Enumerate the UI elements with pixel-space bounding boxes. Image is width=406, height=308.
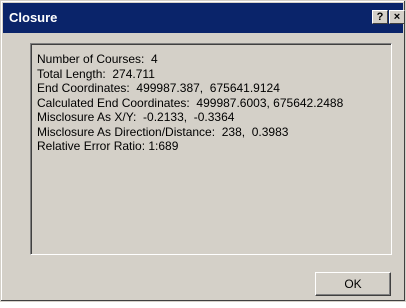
closure-report-panel: Number of Courses: 4 Total Length: 274.7… (30, 43, 392, 255)
help-button[interactable]: ? (372, 10, 388, 24)
ok-button[interactable]: OK (315, 272, 391, 296)
report-line-relative-error-ratio: Relative Error Ratio: 1:689 (37, 139, 179, 153)
report-line-end-coordinates: End Coordinates: 499987.387, 675641.9124 (37, 81, 280, 95)
report-line-total-length: Total Length: 274.711 (37, 66, 155, 81)
report-line-misclosure-direction-distance: Misclosure As Direction/Distance: 238, 0… (37, 124, 289, 139)
report-line-number-of-courses: Number of Courses: 4 (37, 52, 158, 66)
dialog-title: Closure (9, 10, 58, 25)
close-button[interactable]: × (389, 10, 405, 24)
closure-dialog: Closure ? × Number of Courses: 4 Total L… (0, 0, 406, 302)
report-line-misclosure-xy: Misclosure As X/Y: -0.2133, -0.3364 (37, 110, 235, 124)
title-bar[interactable]: Closure ? × (3, 3, 405, 33)
report-line-calculated-end-coordinates: Calculated End Coordinates: 499987.6003,… (37, 95, 344, 110)
